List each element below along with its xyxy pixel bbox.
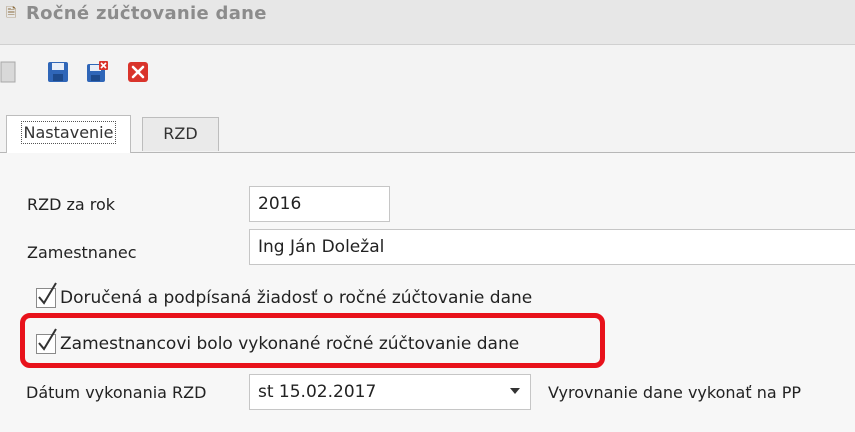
request-checkbox[interactable] [36, 282, 57, 308]
toolbar [0, 45, 855, 97]
employee-label: Zamestnanec [27, 243, 137, 262]
tab-nastavenie-label: Nastavenie [20, 121, 117, 144]
request-checkbox-row[interactable]: Doručená a podpísaná žiadosť o ročné zúč… [36, 282, 533, 308]
settle-label: Vyrovnanie dane vykonať na PP [548, 383, 802, 402]
close-icon[interactable] [127, 61, 149, 83]
save-close-icon[interactable] [86, 61, 108, 83]
year-label: RZD za rok [27, 195, 116, 214]
tab-nastavenie[interactable]: Nastavenie [6, 115, 131, 153]
chevron-down-icon[interactable] [510, 388, 520, 394]
tab-rzd-label: RZD [163, 124, 198, 143]
date-label: Dátum vykonania RZD [26, 383, 207, 402]
date-dropdown[interactable]: st 15.02.2017 [249, 374, 531, 410]
request-checkbox-label: Doručená a podpísaná žiadosť o ročné zúč… [60, 288, 533, 308]
year-field[interactable]: 2016 [249, 186, 390, 222]
new-icon[interactable] [0, 61, 22, 83]
highlight-box [20, 313, 605, 368]
form-icon: 🗎 [6, 6, 17, 21]
window-title: Ročné zúčtovanie dane [26, 3, 267, 24]
tab-strip: Nastavenie RZD [0, 97, 855, 153]
employee-field[interactable]: Ing Ján Doležal [249, 229, 855, 265]
tab-rzd[interactable]: RZD [142, 117, 219, 151]
date-value: st 15.02.2017 [258, 382, 377, 402]
save-icon[interactable] [47, 61, 69, 83]
title-bar: 🗎 Ročné zúčtovanie dane [0, 0, 855, 45]
checkmark-icon [38, 282, 57, 305]
